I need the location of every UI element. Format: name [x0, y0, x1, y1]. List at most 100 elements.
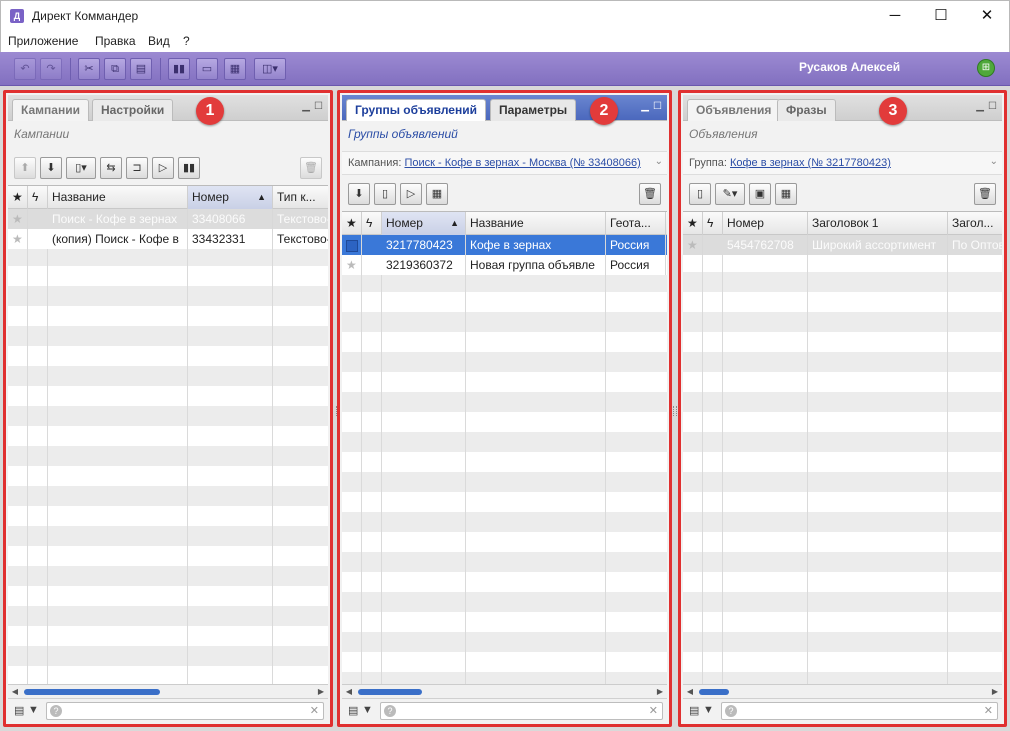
maximize-panel-icon[interactable]: ☐ [653, 101, 662, 112]
copy-campaign-icon[interactable]: ⇆ [100, 157, 122, 179]
archive-icon[interactable]: ⊐ [126, 157, 148, 179]
edit-icon[interactable]: ✎▾ [715, 183, 745, 205]
expand-icon[interactable]: ⌄ [990, 156, 998, 167]
new-document-icon[interactable]: ▯ [689, 183, 711, 205]
column-header[interactable]: Название [48, 186, 188, 209]
column-header[interactable]: Тип к... [273, 186, 328, 209]
delete-icon[interactable]: 🗑 [974, 183, 996, 205]
maximize-button[interactable]: ☐ [918, 1, 964, 32]
table-row[interactable]: ★ (копия) Поиск - Кофе в 33432331 Тексто… [8, 229, 328, 249]
filter-icon[interactable]: ▼ [28, 704, 39, 716]
filter-icon[interactable]: ▼ [703, 704, 714, 716]
search-input[interactable]: ? ✕ [380, 702, 663, 720]
scroll-thumb[interactable] [699, 689, 729, 695]
star-column-icon[interactable]: ★ [8, 186, 28, 209]
flash-column-icon[interactable]: ϟ [362, 212, 382, 235]
clear-icon[interactable]: ✕ [984, 704, 993, 717]
tab-adgroups[interactable]: Группы объявлений [346, 99, 486, 121]
column-header[interactable]: Номер [723, 212, 808, 235]
star-column-icon[interactable]: ★ [683, 212, 703, 235]
minimize-panel-icon[interactable]: ▁ [976, 101, 984, 112]
column-header[interactable]: Загол... [948, 212, 1002, 235]
campaign-link[interactable]: Поиск - Кофе в зернах - Москва (№ 334080… [404, 157, 640, 169]
close-button[interactable]: ✕ [964, 1, 1010, 32]
scroll-right-icon[interactable]: ▶ [988, 685, 1002, 699]
user-name[interactable]: Русаков Алексей [799, 60, 900, 74]
download-icon[interactable]: ⬇ [40, 157, 62, 179]
paste-icon[interactable]: ▤ [130, 58, 152, 80]
new-document-icon[interactable]: ▯ [374, 183, 396, 205]
scroll-thumb[interactable] [358, 689, 422, 695]
row-checkbox[interactable] [342, 235, 362, 255]
maximize-panel-icon[interactable]: ☐ [314, 101, 323, 112]
stats-icon[interactable]: ▮▮ [168, 58, 190, 80]
flash-column-icon[interactable]: ϟ [703, 212, 723, 235]
panel-splitter[interactable] [673, 406, 677, 416]
list-icon[interactable]: ▤ [348, 704, 358, 717]
delete-icon[interactable]: 🗑 [639, 183, 661, 205]
delete-icon[interactable]: 🗑 [300, 157, 322, 179]
table-row[interactable]: ★ 3219360372 Новая группа объявле Россия [342, 255, 667, 275]
table-row[interactable]: ★ 5454762708 Широкий ассортимент По Опто… [683, 235, 1002, 255]
copy-icon[interactable]: ⧉ [104, 58, 126, 80]
table-icon[interactable]: ▦ [224, 58, 246, 80]
clear-icon[interactable]: ✕ [310, 704, 319, 717]
network-status-icon[interactable]: ⊞ [977, 59, 995, 77]
redo-icon[interactable]: ↷ [40, 58, 62, 80]
horizontal-scrollbar[interactable]: ◀ ▶ [342, 684, 667, 698]
tab-settings[interactable]: Настройки [92, 99, 174, 121]
column-header[interactable]: Геота... [606, 212, 666, 235]
table-icon[interactable]: ▦ [775, 183, 797, 205]
stats-icon[interactable]: ▮▮ [178, 157, 200, 179]
battery-icon[interactable]: ▭ [196, 58, 218, 80]
minimize-panel-icon[interactable]: ▁ [641, 101, 649, 112]
column-header[interactable]: Номер ▲ [382, 212, 466, 235]
scroll-left-icon[interactable]: ◀ [683, 685, 697, 699]
horizontal-scrollbar[interactable]: ◀ ▶ [683, 684, 1002, 698]
run-icon[interactable]: ▷ [400, 183, 422, 205]
menu-help[interactable]: ? [183, 34, 190, 48]
image-icon[interactable]: ▣ [749, 183, 771, 205]
run-icon[interactable]: ▷ [152, 157, 174, 179]
tab-parameters[interactable]: Параметры [490, 99, 577, 121]
tab-ads[interactable]: Объявления [687, 99, 781, 121]
horizontal-scrollbar[interactable]: ◀ ▶ [8, 684, 328, 698]
column-header[interactable]: Заголовок 1 [808, 212, 948, 235]
search-input[interactable]: ? ✕ [721, 702, 998, 720]
scroll-left-icon[interactable]: ◀ [8, 685, 22, 699]
group-link[interactable]: Кофе в зернах (№ 3217780423) [730, 157, 891, 169]
menu-view[interactable]: Вид [148, 34, 170, 48]
upload-icon[interactable]: ⬆ [14, 157, 36, 179]
scroll-left-icon[interactable]: ◀ [342, 685, 356, 699]
scroll-right-icon[interactable]: ▶ [653, 685, 667, 699]
star-column-icon[interactable]: ★ [342, 212, 362, 235]
table-icon[interactable]: ▦ [426, 183, 448, 205]
star-icon[interactable]: ★ [8, 209, 28, 229]
table-row[interactable]: ★ Поиск - Кофе в зернах 33408066 Текстов… [8, 209, 328, 229]
star-icon[interactable]: ★ [8, 229, 28, 249]
minimize-panel-icon[interactable]: ▁ [302, 101, 310, 112]
cut-icon[interactable]: ✂ [78, 58, 100, 80]
undo-icon[interactable]: ↶ [14, 58, 36, 80]
new-document-icon[interactable]: ▯▾ [66, 157, 96, 179]
download-icon[interactable]: ⬇ [348, 183, 370, 205]
maximize-panel-icon[interactable]: ☐ [988, 101, 997, 112]
list-icon[interactable]: ▤ [14, 704, 24, 717]
flash-column-icon[interactable]: ϟ [28, 186, 48, 209]
menu-edit[interactable]: Правка [95, 34, 136, 48]
expand-icon[interactable]: ⌄ [655, 156, 663, 167]
star-icon[interactable]: ★ [342, 255, 362, 275]
column-header[interactable]: Номер ▲ [188, 186, 273, 209]
column-header[interactable]: Название [466, 212, 606, 235]
scroll-thumb[interactable] [24, 689, 160, 695]
minimize-button[interactable]: ─ [872, 1, 918, 32]
table-row[interactable]: 3217780423 Кофе в зернах Россия [342, 235, 667, 255]
tab-phrases[interactable]: Фразы [777, 99, 836, 121]
search-input[interactable]: ? ✕ [46, 702, 324, 720]
scroll-right-icon[interactable]: ▶ [314, 685, 328, 699]
clear-icon[interactable]: ✕ [649, 704, 658, 717]
menu-application[interactable]: Приложение [8, 34, 78, 48]
filter-icon[interactable]: ▼ [362, 704, 373, 716]
view-icon[interactable]: ◫▾ [254, 58, 286, 80]
tab-campaigns[interactable]: Кампании [12, 99, 89, 121]
